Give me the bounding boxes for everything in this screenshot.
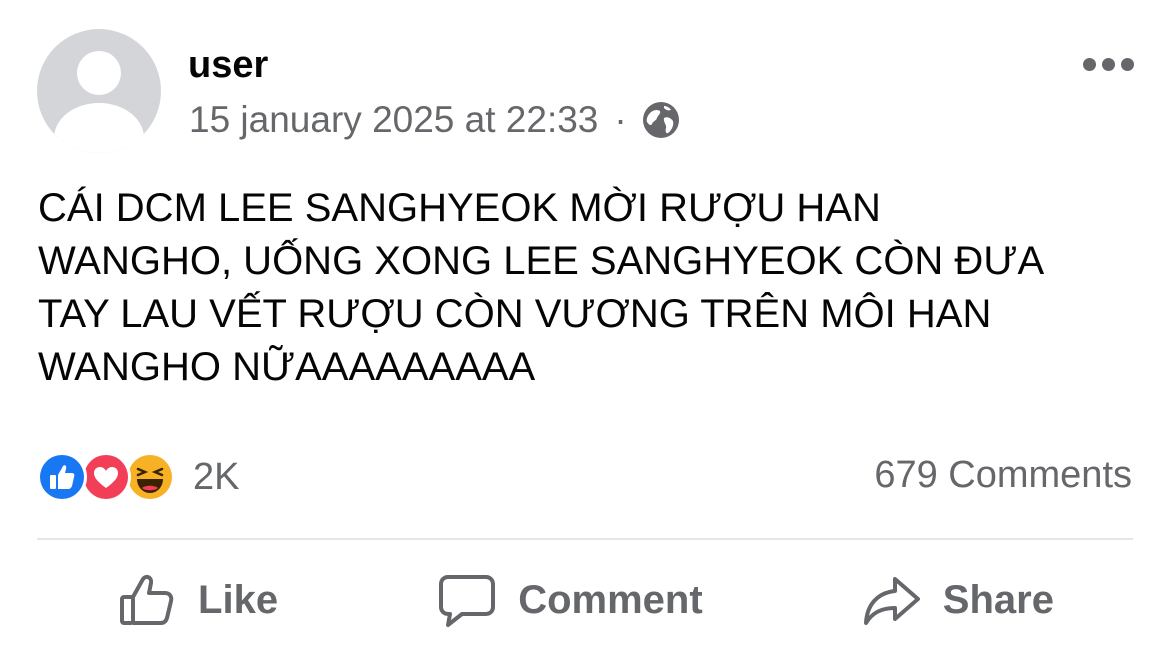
avatar-head-shape [77,51,121,95]
post-timestamp[interactable]: 15 january 2025 at 22:33 [189,99,598,141]
comment-label: Comment [518,577,703,622]
share-icon [863,577,920,625]
globe-icon[interactable] [641,100,681,140]
share-label: Share [942,577,1054,622]
haha-icon [125,452,175,502]
meta-separator: · [614,99,627,140]
feed-post: user 15 january 2025 at 22:33 · CÁI DCM … [0,0,1170,659]
thumbs-up-icon [120,574,174,625]
post-meta: 15 january 2025 at 22:33 · [189,99,681,141]
avatar-body-shape [54,103,144,153]
reaction-count: 2K [193,455,240,498]
post-text: CÁI DCM LEE SANGHYEOK MỜI RƯỢU HAN WANGH… [38,186,1045,389]
more-options-button[interactable] [1083,58,1134,71]
divider [37,538,1133,540]
like-label: Like [198,577,279,622]
post-author-name[interactable]: user [188,44,268,87]
like-button[interactable]: Like [116,569,278,631]
comment-button[interactable]: Comment [436,569,703,631]
share-button[interactable]: Share [861,569,1054,631]
more-dot [1083,58,1096,71]
comment-icon [439,575,496,627]
reactions-summary[interactable]: 2K [37,452,239,502]
post-action-bar: Like Comment Share [37,560,1133,640]
more-dot [1102,58,1115,71]
like-icon [37,452,87,502]
more-dot [1121,58,1134,71]
love-icon [81,452,131,502]
avatar[interactable] [37,29,161,153]
comments-count-link[interactable]: 679 Comments [874,454,1132,497]
